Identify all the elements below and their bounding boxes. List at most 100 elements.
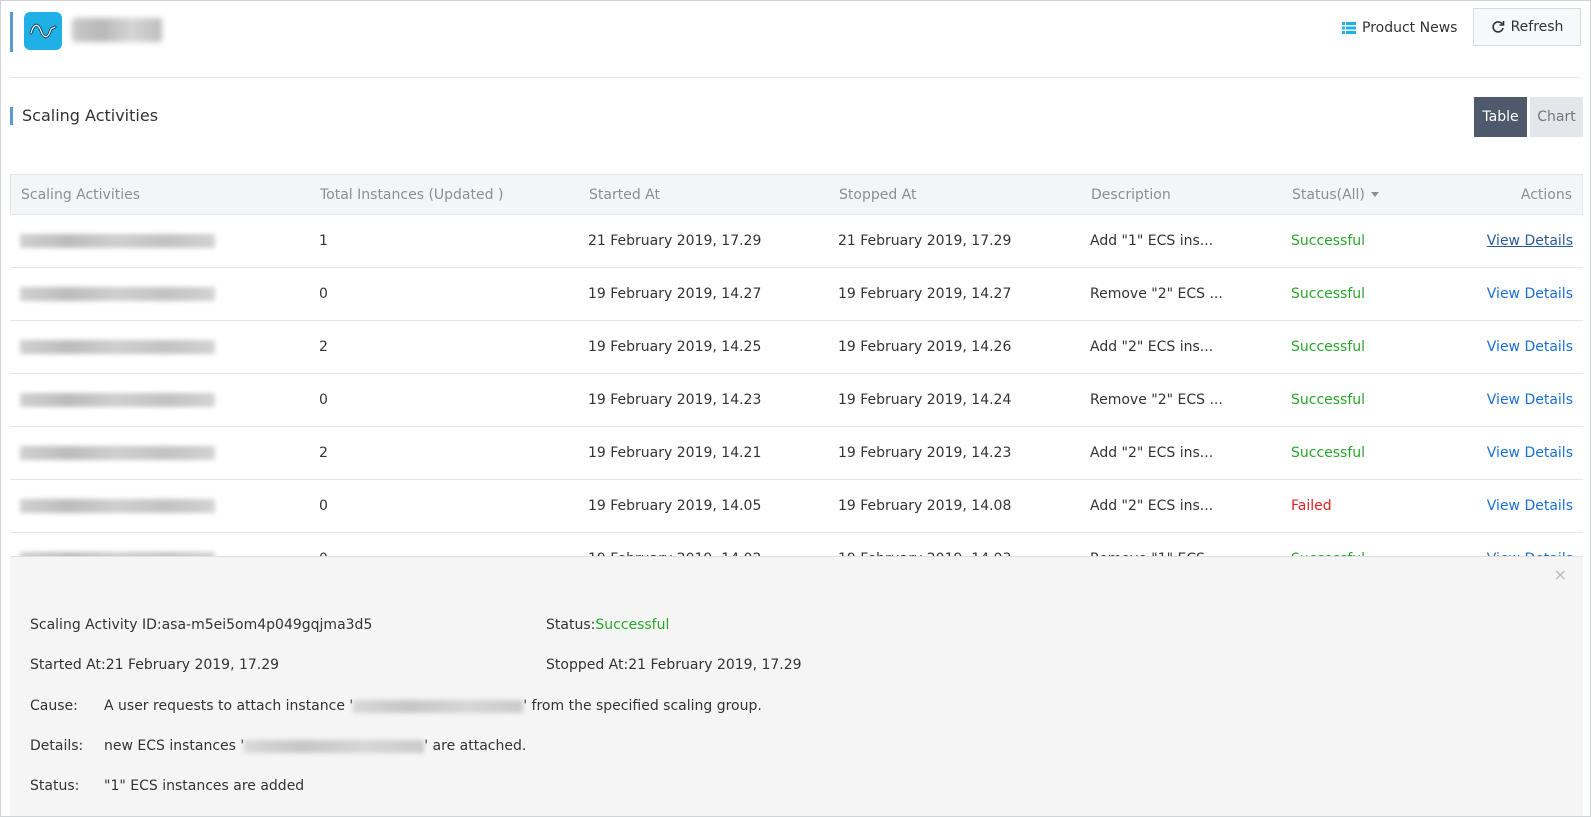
details-suffix: ' are attached. (424, 738, 527, 754)
product-news-link[interactable]: Product News (1342, 18, 1457, 38)
table-row: 0 19 February 2019, 14.27 19 February 20… (10, 268, 1583, 321)
started-at: 19 February 2019, 14.27 (588, 286, 762, 302)
activity-id-redacted (20, 446, 215, 460)
description: Add "1" ECS ins... (1090, 233, 1214, 249)
instance-id-redacted (244, 739, 425, 753)
scaling-activities-table: Scaling Activities Total Instances (Upda… (10, 174, 1583, 586)
description: Remove "2" ECS ... (1090, 286, 1223, 302)
table-row: 0 19 February 2019, 14.23 19 February 20… (10, 374, 1583, 427)
col-header-total: Total Instances (Updated ) (320, 186, 504, 203)
detail-stopped: Stopped At:21 February 2019, 17.29 (546, 657, 802, 673)
cause-prefix: A user requests to attach instance ' (104, 698, 354, 714)
col-header-stopped: Stopped At (839, 186, 917, 203)
status-text: Successful (1291, 445, 1366, 461)
col-header-activities: Scaling Activities (21, 186, 141, 203)
status-text: Successful (1291, 392, 1366, 408)
activity-id-redacted (20, 340, 215, 354)
col-header-description: Description (1091, 186, 1171, 203)
table-view-button[interactable]: Table (1474, 97, 1527, 137)
stopped-at: 21 February 2019, 17.29 (838, 233, 1012, 249)
detail-activity-id: Scaling Activity ID:asa-m5ei5om4p049gqjm… (30, 617, 372, 633)
description: Add "2" ECS ins... (1090, 498, 1214, 514)
description: Add "2" ECS ins... (1090, 445, 1214, 461)
activity-id-redacted (20, 287, 215, 301)
col-header-status: Status(All) (1292, 186, 1365, 203)
cause-suffix: ' from the specified scaling group. (523, 698, 762, 714)
activity-id-redacted (20, 234, 215, 248)
cause-label: Cause: (30, 698, 78, 714)
table-row: 1 21 February 2019, 17.29 21 February 20… (10, 215, 1583, 268)
view-details-link[interactable]: View Details (1487, 374, 1573, 426)
detail-started: Started At:21 February 2019, 17.29 (30, 657, 279, 673)
description: Add "2" ECS ins... (1090, 339, 1214, 355)
activity-id-label: Scaling Activity ID: (30, 617, 162, 633)
stopped-at: 19 February 2019, 14.08 (838, 498, 1012, 514)
list-icon (1342, 22, 1356, 34)
started-at: 19 February 2019, 14.25 (588, 339, 762, 355)
status-filter-dropdown[interactable]: Status(All) (1292, 175, 1379, 214)
activity-details-panel: × Scaling Activity ID:asa-m5ei5om4p049gq… (10, 556, 1583, 816)
view-details-link[interactable]: View Details (1487, 480, 1573, 532)
stopped-value: 21 February 2019, 17.29 (628, 657, 802, 673)
product-logo-icon (24, 12, 62, 50)
started-at: 19 February 2019, 14.05 (588, 498, 762, 514)
section-accent-bar (10, 107, 13, 125)
status-text: Successful (1291, 286, 1366, 302)
started-at: 19 February 2019, 14.23 (588, 392, 762, 408)
detail-status-message: Status: "1" ECS instances are added (30, 778, 304, 794)
refresh-button[interactable]: Refresh (1473, 8, 1581, 46)
caret-down-icon (1370, 192, 1379, 197)
started-value: 21 February 2019, 17.29 (105, 657, 280, 673)
col-header-actions: Actions (1520, 186, 1572, 203)
status-text: Successful (1291, 339, 1366, 355)
started-at: 19 February 2019, 14.21 (588, 445, 762, 461)
view-details-link[interactable]: View Details (1487, 215, 1573, 267)
table-row: 0 19 February 2019, 14.05 19 February 20… (10, 480, 1583, 533)
close-icon[interactable]: × (1554, 565, 1567, 584)
total-instances: 0 (319, 498, 328, 514)
activity-id-redacted (20, 393, 215, 407)
section-title: Scaling Activities (22, 106, 159, 125)
table-header: Scaling Activities Total Instances (Upda… (10, 174, 1583, 215)
total-instances: 2 (319, 339, 328, 355)
details-label: Details: (30, 738, 84, 754)
refresh-icon (1491, 21, 1504, 33)
started-at: 21 February 2019, 17.29 (588, 233, 762, 249)
details-prefix: new ECS instances ' (104, 738, 245, 754)
stopped-at: 19 February 2019, 14.24 (838, 392, 1012, 408)
stopped-label: Stopped At: (546, 657, 629, 673)
stopped-at: 19 February 2019, 14.26 (838, 339, 1012, 355)
total-instances: 0 (319, 286, 328, 302)
view-details-link[interactable]: View Details (1487, 321, 1573, 373)
stopped-at: 19 February 2019, 14.23 (838, 445, 1012, 461)
status-message-label: Status: (30, 778, 80, 794)
chart-view-button[interactable]: Chart (1530, 97, 1583, 137)
table-row: 2 19 February 2019, 14.25 19 February 20… (10, 321, 1583, 374)
description: Remove "2" ECS ... (1090, 392, 1223, 408)
started-label: Started At: (30, 657, 106, 673)
view-details-link[interactable]: View Details (1487, 427, 1573, 479)
detail-cause: Cause: A user requests to attach instance… (30, 698, 762, 714)
total-instances: 0 (319, 392, 328, 408)
scaling-group-name-redacted (72, 18, 162, 42)
status-text: Successful (1291, 233, 1366, 249)
status-message-value: "1" ECS instances are added (104, 778, 305, 794)
activity-id-value: asa-m5ei5om4p049gqjma3d5 (161, 617, 373, 633)
col-header-started: Started At (589, 186, 660, 203)
header-accent-bar (10, 12, 13, 52)
total-instances: 1 (319, 233, 328, 249)
instance-id-redacted (353, 699, 524, 713)
detail-status: Status:Successful (546, 617, 669, 633)
header-divider (10, 77, 1580, 78)
view-details-link[interactable]: View Details (1487, 268, 1573, 320)
stopped-at: 19 February 2019, 14.27 (838, 286, 1012, 302)
status-text: Failed (1291, 498, 1332, 514)
activity-id-redacted (20, 499, 215, 513)
total-instances: 2 (319, 445, 328, 461)
refresh-label: Refresh (1510, 19, 1564, 35)
table-row: 2 19 February 2019, 14.21 19 February 20… (10, 427, 1583, 480)
status-label: Status: (546, 617, 596, 633)
product-news-label: Product News (1362, 20, 1458, 36)
detail-details: Details: new ECS instances ' ' are attache… (30, 738, 526, 754)
status-value: Successful (595, 617, 670, 633)
